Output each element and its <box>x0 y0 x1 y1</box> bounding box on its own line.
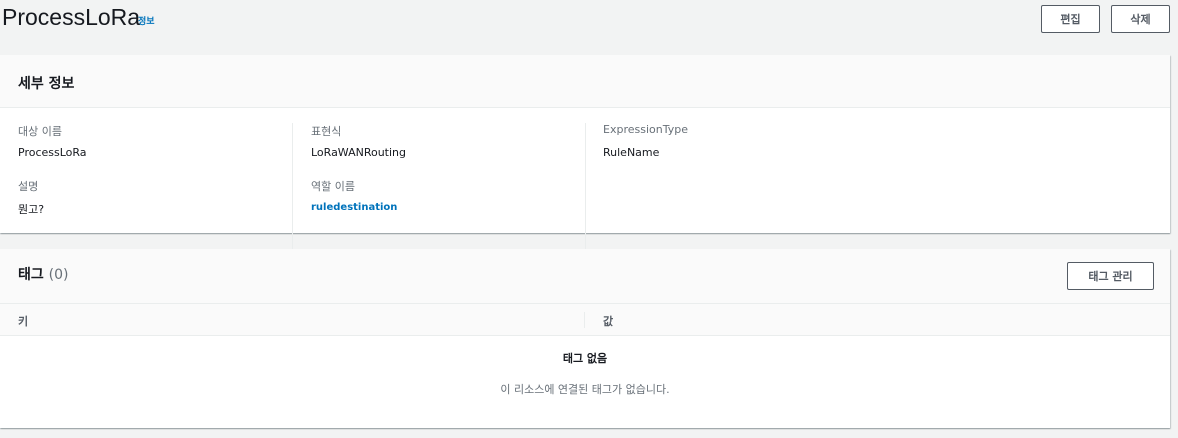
expression-value: LoRaWANRouting <box>311 146 407 159</box>
column-header-value[interactable]: 값 <box>603 313 613 329</box>
expression-type-label: ExpressionType <box>603 123 688 136</box>
description-value: 뭔고? <box>18 203 45 216</box>
info-link[interactable]: 정보 <box>138 14 155 27</box>
role-name-link[interactable]: ruledestination <box>311 202 397 213</box>
details-panel-title: 세부 정보 <box>18 76 75 92</box>
tags-panel-title: 태그 (0) <box>18 264 68 284</box>
page-header: ProcessLoRa 정보 편집 삭제 <box>0 0 1178 40</box>
edit-button[interactable]: 편집 <box>1041 5 1100 33</box>
target-name-label: 대상 이름 <box>18 125 62 138</box>
description-label: 설명 <box>18 180 39 193</box>
tags-title-text: 태그 <box>18 267 44 283</box>
details-panel-header: 세부 정보 <box>0 55 1170 108</box>
expression-type-value: RuleName <box>603 146 660 159</box>
empty-state-title: 태그 없음 <box>562 352 608 365</box>
manage-tags-button[interactable]: 태그 관리 <box>1067 262 1154 290</box>
tags-panel: 태그 (0) 태그 관리 키 값 태그 없음 이 리소스에 연결된 태그가 없습… <box>0 249 1170 428</box>
empty-state-description: 이 리소스에 연결된 태그가 없습니다. <box>500 383 670 396</box>
details-panel: 세부 정보 대상 이름 ProcessLoRa 설명 뭔고? 표현식 LoRaW… <box>0 55 1170 269</box>
column-divider <box>585 123 586 269</box>
delete-button[interactable]: 삭제 <box>1111 5 1170 33</box>
expression-label: 표현식 <box>311 125 342 138</box>
tags-count: (0) <box>48 267 69 283</box>
column-header-key[interactable]: 키 <box>18 313 28 329</box>
tags-table-header: 키 값 <box>0 304 1170 336</box>
role-name-label: 역할 이름 <box>311 180 355 193</box>
page-title: ProcessLoRa <box>2 4 141 30</box>
target-name-value: ProcessLoRa <box>18 146 87 159</box>
column-divider <box>292 123 293 269</box>
column-divider <box>584 312 585 328</box>
tags-panel-header: 태그 (0) 태그 관리 <box>0 249 1170 304</box>
